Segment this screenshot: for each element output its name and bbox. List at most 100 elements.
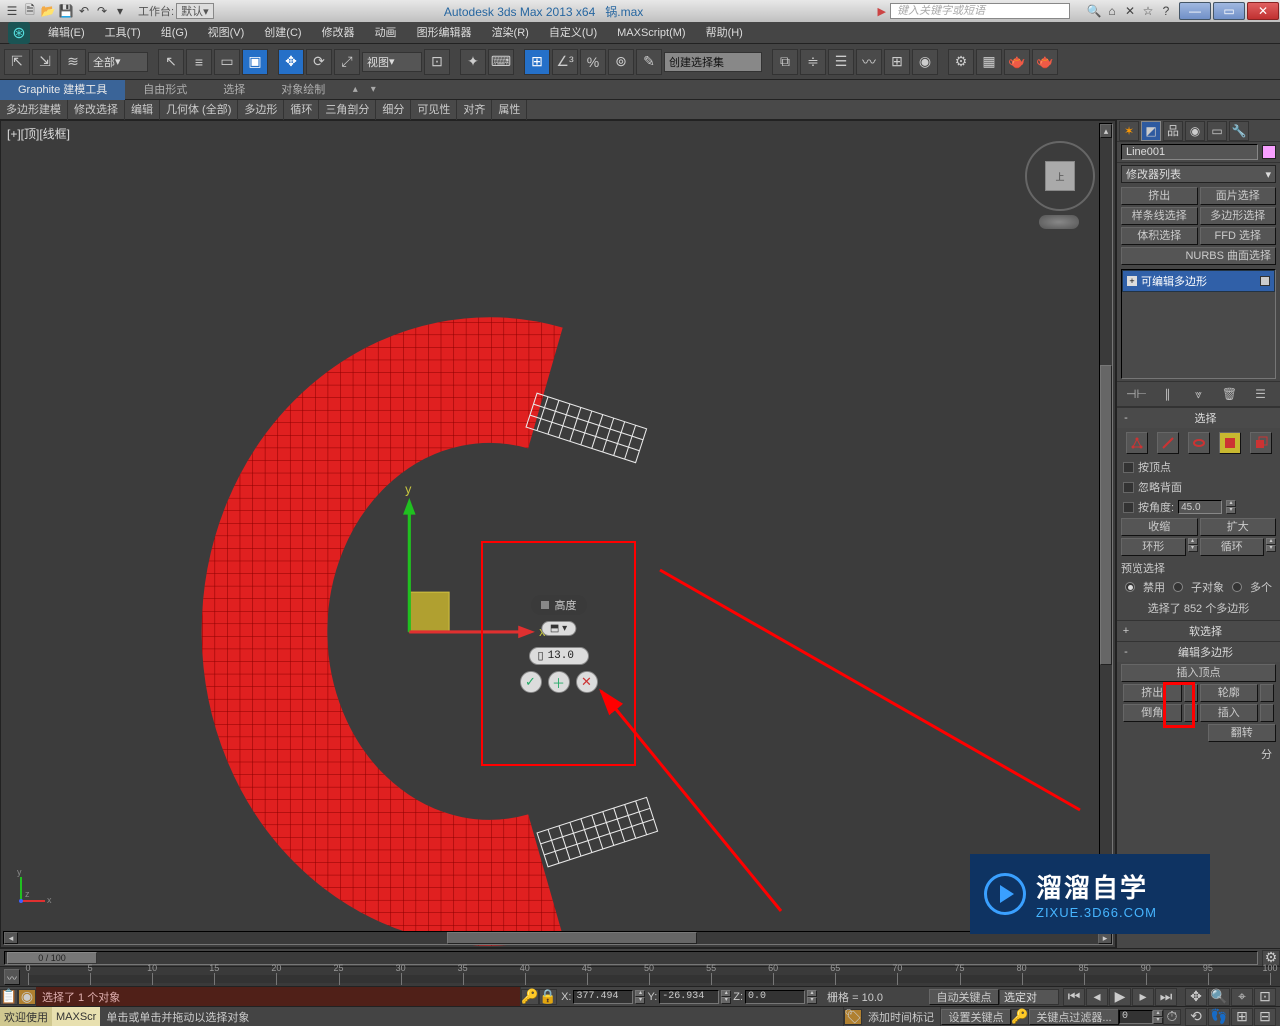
btn-loop[interactable]: 循环 [1200, 538, 1265, 556]
goto-start-icon[interactable]: ⏮ [1063, 988, 1085, 1006]
subobj-vertex-icon[interactable] [1126, 432, 1148, 454]
v-scroll-up[interactable]: ▴ [1100, 124, 1112, 138]
z-up[interactable]: ▴ [807, 990, 817, 997]
panel-utilities-icon[interactable]: 🔧 [1229, 121, 1249, 141]
scale-icon[interactable]: ⤢ [334, 49, 360, 75]
key-mode-icon[interactable]: 🔑 [1011, 1009, 1029, 1025]
qat-dropdown-icon[interactable]: ▾ [112, 3, 128, 19]
menu-edit[interactable]: 编辑(E) [38, 22, 95, 44]
isolate-icon[interactable]: ◉ [18, 989, 36, 1005]
menu-help[interactable]: 帮助(H) [696, 22, 753, 44]
btn-face-select[interactable]: 面片选择 [1200, 187, 1277, 205]
render-prod-icon[interactable]: 🫖 [1004, 49, 1030, 75]
caddy-ok-button[interactable]: ✓ [520, 671, 542, 693]
caddy-title[interactable]: 高度 [531, 595, 587, 615]
menu-group[interactable]: 组(G) [151, 22, 198, 44]
application-icon[interactable] [8, 22, 30, 44]
btn-inset[interactable]: 插入 [1200, 704, 1259, 722]
subobj-element-icon[interactable] [1250, 432, 1272, 454]
caddy-value-input[interactable]: ▯ 13.0 [529, 647, 589, 665]
curve-editor-icon[interactable]: 〰 [856, 49, 882, 75]
btn-edit-extrude-settings[interactable] [1184, 684, 1198, 702]
caddy-cancel-button[interactable]: ✕ [576, 671, 598, 693]
layers-icon[interactable]: ☰ [828, 49, 854, 75]
radio-preview-multi[interactable] [1232, 582, 1242, 592]
render-iter-icon[interactable]: 🫖 [1032, 49, 1058, 75]
btn-grow[interactable]: 扩大 [1200, 518, 1277, 536]
track-ruler[interactable]: 0510152025303540455055606570758085909510… [28, 975, 1270, 983]
caddy-apply-button[interactable]: ＋ [548, 671, 570, 693]
rotate-icon[interactable]: ⟳ [306, 49, 332, 75]
open-icon[interactable]: 📂 [40, 3, 56, 19]
set-key-button[interactable]: 设置关键点 [941, 1009, 1011, 1025]
next-frame-icon[interactable]: ▸ [1132, 988, 1154, 1006]
orbit-icon[interactable]: ⟲ [1185, 1008, 1207, 1026]
stack-expand-icon[interactable]: + [1127, 276, 1137, 286]
auto-key-button[interactable]: 自动关键点 [929, 989, 999, 1005]
subobj-border-icon[interactable] [1188, 432, 1210, 454]
menu-view[interactable]: 视图(V) [198, 22, 255, 44]
key-filters-button[interactable]: 关键点过滤器... [1029, 1009, 1119, 1025]
select-manipulate-icon[interactable]: ✦ [460, 49, 486, 75]
ribbon-options-icon[interactable]: ▾ [365, 82, 381, 98]
btn-bevel[interactable]: 倒角 [1123, 704, 1182, 722]
btn-ffd-select[interactable]: FFD 选择 [1200, 227, 1277, 245]
help-icon[interactable]: ? [1158, 3, 1174, 19]
min-viewport-icon[interactable]: ⊟ [1254, 1008, 1276, 1026]
y-down[interactable]: ▾ [721, 997, 731, 1004]
subscription-icon[interactable]: ⌂ [1104, 3, 1120, 19]
menu-modifiers[interactable]: 修改器 [312, 22, 365, 44]
chk-by-vertex[interactable] [1123, 462, 1134, 473]
maximize-button[interactable]: ▭ [1213, 2, 1245, 20]
subtab-subdiv[interactable]: 细分 [376, 100, 411, 120]
window-crossing-icon[interactable]: ▣ [242, 49, 268, 75]
subtab-align[interactable]: 对齐 [457, 100, 492, 120]
modifier-stack[interactable]: + 可编辑多边形 [1121, 269, 1276, 379]
make-unique-icon[interactable]: ⩔ [1190, 385, 1208, 403]
panel-create-icon[interactable]: ✶ [1119, 121, 1139, 141]
remove-mod-icon[interactable]: 🗑 [1221, 385, 1239, 403]
show-result-icon[interactable]: ∥ [1159, 385, 1177, 403]
btn-volume-select[interactable]: 体积选择 [1121, 227, 1198, 245]
ribbon-tab-graphite[interactable]: Graphite 建模工具 [0, 80, 125, 100]
btn-shrink[interactable]: 收缩 [1121, 518, 1198, 536]
menu-render[interactable]: 渲染(R) [482, 22, 539, 44]
fov-icon[interactable]: ⌖ [1231, 988, 1253, 1006]
minimize-button[interactable]: — [1179, 2, 1211, 20]
zoom-view-icon[interactable]: 🔍 [1208, 988, 1230, 1006]
spinner-snap-icon[interactable]: ⊚ [608, 49, 634, 75]
chk-ignore-backface[interactable] [1123, 482, 1134, 493]
frame-up[interactable]: ▴ [1153, 1010, 1163, 1017]
select-link-icon[interactable]: ⇱ [4, 49, 30, 75]
btn-spline-select[interactable]: 样条线选择 [1121, 207, 1198, 225]
subtab-polygon[interactable]: 多边形 [238, 100, 284, 120]
frame-down[interactable]: ▾ [1153, 1017, 1163, 1024]
ribbon-tab-paint[interactable]: 对象绘制 [263, 80, 343, 100]
subtab-modify-sel[interactable]: 修改选择 [68, 100, 125, 120]
pin-stack-icon[interactable]: ⊣⊢ [1128, 385, 1146, 403]
keyboard-shortcut-icon[interactable]: ⌨ [488, 49, 514, 75]
menu-tools[interactable]: 工具(T) [95, 22, 151, 44]
add-time-tag[interactable]: 添加时间标记 [862, 1007, 941, 1026]
z-input[interactable]: 0.0 [745, 990, 805, 1004]
panel-modify-icon[interactable]: ◩ [1141, 121, 1161, 141]
walk-icon[interactable]: 👣 [1208, 1008, 1230, 1026]
time-handle[interactable]: 0 / 100 [7, 952, 97, 964]
edit-named-sel-icon[interactable]: ✎ [636, 49, 662, 75]
time-slider[interactable]: 0 / 100 [4, 951, 1258, 965]
panel-motion-icon[interactable]: ◉ [1185, 121, 1205, 141]
angle-snap-icon[interactable]: ∠³ [552, 49, 578, 75]
zoom-all-icon[interactable]: ⊡ [1254, 988, 1276, 1006]
btn-insert-vertex[interactable]: 插入顶点 [1121, 664, 1276, 682]
close-button[interactable]: ✕ [1247, 2, 1279, 20]
frame-input[interactable]: 0 [1119, 1010, 1153, 1024]
v-scroll-thumb[interactable] [1100, 365, 1112, 665]
ribbon-minimize-icon[interactable]: ▴ [347, 82, 363, 98]
h-scroll-left[interactable]: ◂ [4, 932, 18, 944]
unlink-icon[interactable]: ⇲ [32, 49, 58, 75]
btn-ring[interactable]: 环形 [1121, 538, 1186, 556]
percent-snap-icon[interactable]: % [580, 49, 606, 75]
viewcube[interactable]: 上 [1025, 141, 1095, 211]
object-name-field[interactable]: Line001 [1121, 144, 1258, 160]
rollout-soft-header[interactable]: +软选择 [1117, 621, 1280, 641]
